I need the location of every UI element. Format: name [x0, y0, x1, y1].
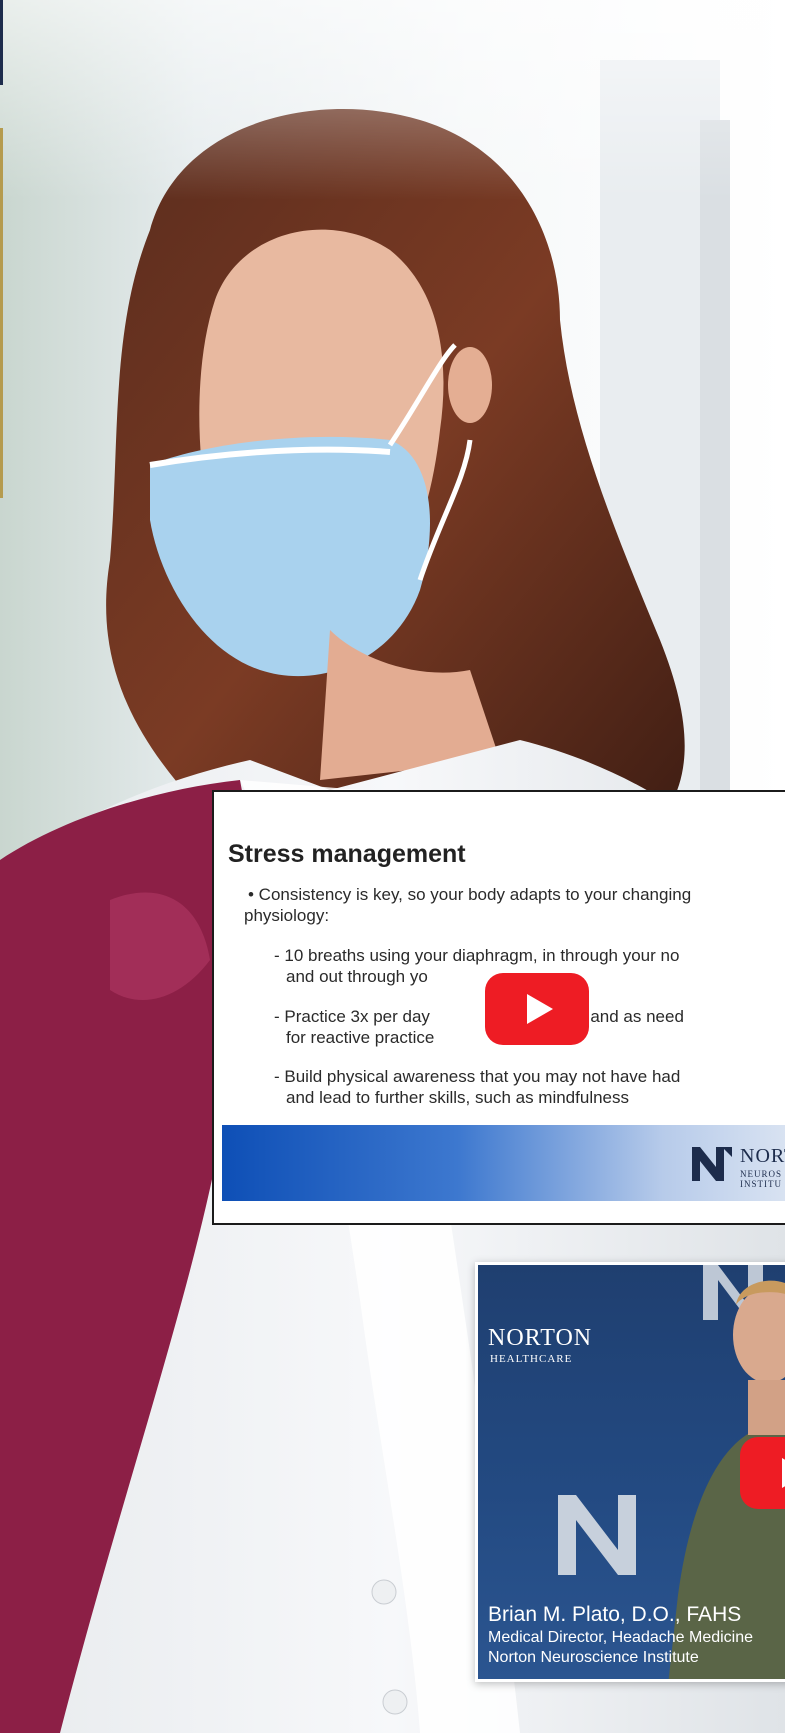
norton-sub-wordmark: NEUROS INSTITU: [740, 1169, 783, 1189]
norton-logo-icon: [692, 1147, 732, 1181]
stress-management-video[interactable]: Stress management • Consistency is key, …: [212, 790, 785, 1225]
accent-bar-gold: [0, 128, 3, 498]
speaker-institute: Norton Neuroscience Institute: [488, 1649, 699, 1666]
youtube-play-icon[interactable]: [740, 1437, 785, 1509]
norton-wordmark: NORT: [740, 1145, 785, 1167]
speaker-role: Medical Director, Headache Medicine: [488, 1629, 754, 1646]
youtube-play-icon[interactable]: [485, 973, 589, 1045]
page: Stress management • Consistency is key, …: [0, 0, 785, 1733]
speaker-name: Brian M. Plato, D.O., FAHS: [488, 1603, 742, 1626]
doctor-interview-video[interactable]: NORTON HEALTHCARE Brian M. Plato, D.O., …: [475, 1262, 785, 1682]
accent-bar-navy: [0, 0, 3, 85]
slide-footer-band: NORT NEUROS INSTITU: [222, 1125, 785, 1201]
slide-sub-bullet-3: - Build physical awareness that you may …: [274, 1067, 681, 1107]
norton-healthcare-sub: HEALTHCARE: [490, 1353, 573, 1365]
slide-bullet: • Consistency is key, so your body adapt…: [244, 885, 692, 925]
norton-healthcare-wordmark: NORTON: [488, 1325, 593, 1351]
slide-title: Stress management: [228, 840, 466, 868]
